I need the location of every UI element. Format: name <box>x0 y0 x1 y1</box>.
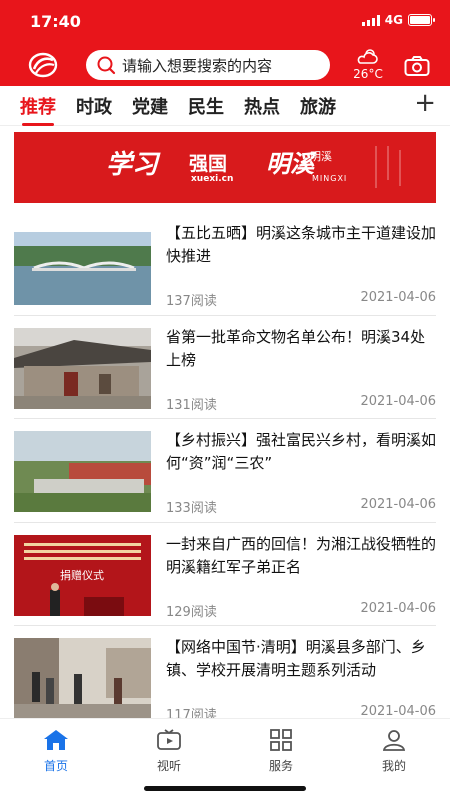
banner-mingxi-en: MINGXI <box>312 174 348 183</box>
weather-widget[interactable]: 26°C <box>350 47 386 81</box>
battery-icon <box>408 14 435 26</box>
news-date: 2021-04-06 <box>360 600 436 616</box>
app-logo-icon[interactable] <box>28 51 58 79</box>
thumb-caption: 捐赠仪式 <box>60 568 104 582</box>
promo-banner[interactable]: 学习 强国 xuexi.cn 明溪 明溪 MINGXI <box>14 132 436 203</box>
network-label: 4G <box>384 13 403 27</box>
news-title: 【五比五晒】明溪这条城市主干道建设加快推进 <box>166 224 436 265</box>
tv-icon <box>157 729 181 750</box>
weather-icon <box>357 49 378 64</box>
search-icon <box>97 56 116 75</box>
user-icon <box>382 730 406 751</box>
nav-media-label: 视听 <box>156 759 181 773</box>
tab-hot[interactable]: 热点 <box>244 93 280 119</box>
tab-livelihood[interactable]: 民生 <box>188 93 224 119</box>
news-list: 【五比五晒】明溪这条城市主干道建设加快推进 137阅读 2021-04-06 省… <box>14 212 436 730</box>
status-bar: 17:40 4G <box>0 0 450 42</box>
news-item[interactable]: 【乡村振兴】强社富民兴乡村，看明溪如何“资”润“三农” 133阅读 2021-0… <box>14 419 436 523</box>
status-time: 17:40 <box>30 12 81 31</box>
category-tabs: 推荐 时政 党建 民生 热点 旅游 + <box>0 86 450 126</box>
banner-qiangguo: 强国 <box>189 153 228 175</box>
banner-url: xuexi.cn <box>191 174 234 184</box>
home-icon <box>44 730 68 750</box>
plus-icon[interactable]: + <box>414 90 436 116</box>
news-thumbnail <box>14 224 151 305</box>
news-reads: 133阅读 <box>166 501 217 516</box>
news-item[interactable]: 省第一批革命文物名单公布！明溪34处上榜 131阅读 2021-04-06 <box>14 316 436 419</box>
news-date: 2021-04-06 <box>360 497 436 512</box>
news-reads: 131阅读 <box>166 397 217 413</box>
news-date: 2021-04-06 <box>360 704 436 719</box>
signal-icon <box>361 14 380 26</box>
tab-party[interactable]: 党建 <box>132 93 168 119</box>
status-icons: 4G <box>361 13 435 27</box>
search-placeholder: 请输入想要搜索的内容 <box>122 56 273 75</box>
news-date: 2021-04-06 <box>360 290 436 305</box>
nav-home-label: 首页 <box>43 759 68 773</box>
banner-decoration-icon <box>375 146 401 188</box>
news-item[interactable]: 【五比五晒】明溪这条城市主干道建设加快推进 137阅读 2021-04-06 <box>14 212 436 316</box>
news-reads: 137阅读 <box>166 294 217 309</box>
weather-temp: 26°C <box>353 67 383 81</box>
banner-xuexi: 学习 <box>106 150 159 180</box>
grid-icon <box>270 729 292 751</box>
home-indicator[interactable] <box>144 786 306 791</box>
nav-service[interactable]: 服务 <box>251 729 311 774</box>
search-bar[interactable]: 请输入想要搜索的内容 <box>86 50 330 80</box>
camera-icon[interactable] <box>404 55 430 77</box>
news-title: 一封来自广西的回信！为湘江战役牺牲的明溪籍红军子弟正名 <box>166 534 436 576</box>
news-thumbnail <box>14 327 151 409</box>
tab-travel[interactable]: 旅游 <box>300 93 336 119</box>
news-item[interactable]: 捐赠仪式 一封来自广西的回信！为湘江战役牺牲的明溪籍红军子弟正名 129阅读 2… <box>14 523 436 626</box>
nav-media[interactable]: 视听 <box>139 729 199 774</box>
news-title: 【乡村振兴】强社富民兴乡村，看明溪如何“资”润“三农” <box>166 431 436 472</box>
banner-mingxi-cn: 明溪 <box>310 150 332 163</box>
news-thumbnail <box>14 431 151 512</box>
news-title: 【网络中国节·清明】明溪县多部门、乡镇、学校开展清明主题系列活动 <box>166 638 426 679</box>
news-title: 省第一批革命文物名单公布！明溪34处上榜 <box>166 327 426 369</box>
nav-home[interactable]: 首页 <box>26 729 86 774</box>
news-item[interactable]: 【网络中国节·清明】明溪县多部门、乡镇、学校开展清明主题系列活动 117阅读 2… <box>14 626 436 730</box>
news-reads: 129阅读 <box>166 604 217 620</box>
tab-recommend[interactable]: 推荐 <box>20 93 56 126</box>
tab-politics[interactable]: 时政 <box>76 93 112 119</box>
nav-mine-label: 我的 <box>381 759 406 773</box>
news-date: 2021-04-06 <box>360 393 436 409</box>
news-thumbnail <box>14 638 151 719</box>
app-header: 17:40 4G 请输入想要搜索的内容 26°C <box>0 0 450 86</box>
nav-mine[interactable]: 我的 <box>364 729 424 774</box>
nav-service-label: 服务 <box>268 759 293 773</box>
banner-mingxi-art: 明溪 <box>266 149 314 178</box>
news-thumbnail: 捐赠仪式 <box>14 534 151 616</box>
